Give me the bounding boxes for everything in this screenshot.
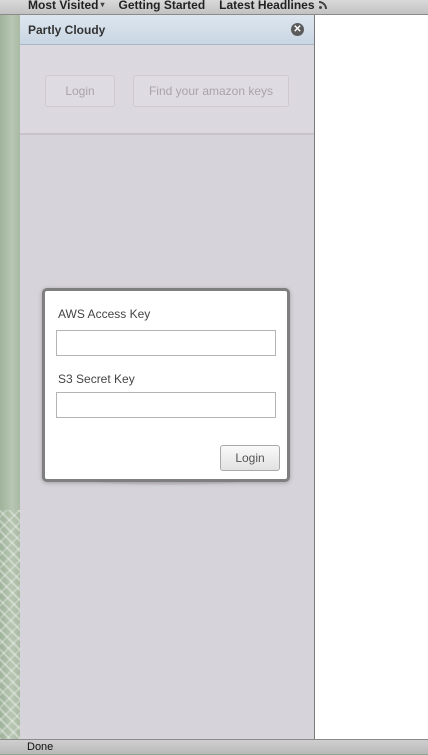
find-keys-button[interactable]: Find your amazon keys xyxy=(133,75,289,107)
bookmark-label: Getting Started xyxy=(118,0,206,12)
background-pattern xyxy=(0,14,20,740)
sidebar-content: AWS Access Key S3 Secret Key Login xyxy=(20,135,314,739)
bookmark-most-visited[interactable]: Most Visited ▾ xyxy=(28,0,104,11)
status-bar: Done xyxy=(0,739,428,754)
login-dialog: AWS Access Key S3 Secret Key Login xyxy=(42,288,290,482)
rss-icon xyxy=(318,1,327,9)
sidebar-title: Partly Cloudy xyxy=(28,22,106,37)
bookmark-label: Latest Headlines xyxy=(219,0,315,12)
secret-key-input[interactable] xyxy=(56,392,276,418)
secret-key-label: S3 Secret Key xyxy=(58,372,135,386)
decorative-pattern xyxy=(0,510,20,740)
sidebar: Partly Cloudy ✕ Login Find your amazon k… xyxy=(20,15,315,739)
bookmark-label: Most Visited xyxy=(28,0,99,12)
status-text: Done xyxy=(27,741,54,753)
login-button[interactable]: Login xyxy=(220,445,280,471)
bookmark-getting-started[interactable]: Getting Started xyxy=(118,0,205,11)
close-icon[interactable]: ✕ xyxy=(291,23,304,36)
sidebar-toolbar: Login Find your amazon keys xyxy=(20,45,314,135)
sidebar-header: Partly Cloudy ✕ xyxy=(20,15,314,45)
bookmarks-toolbar: Most Visited ▾ Getting Started Latest He… xyxy=(0,0,428,15)
dropdown-caret-icon: ▾ xyxy=(100,0,105,9)
main-content-area xyxy=(315,15,428,739)
login-top-button[interactable]: Login xyxy=(45,75,115,107)
access-key-label: AWS Access Key xyxy=(58,307,151,321)
access-key-input[interactable] xyxy=(56,330,276,356)
bookmark-latest-headlines[interactable]: Latest Headlines xyxy=(219,0,327,12)
